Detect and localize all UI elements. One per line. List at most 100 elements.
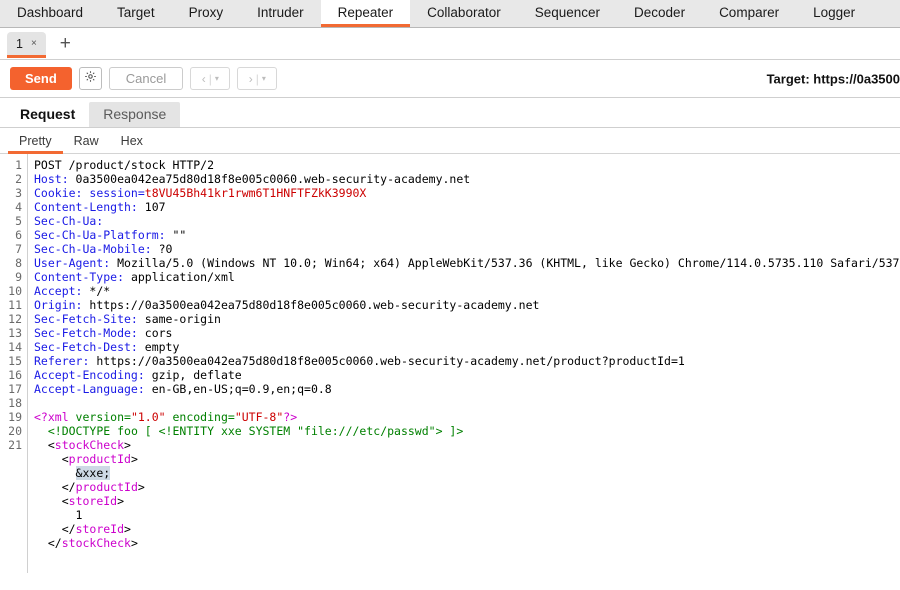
tab-proxy-label: Proxy xyxy=(189,5,224,20)
xml-decl-close: ?> xyxy=(283,410,297,424)
line-number: 20 xyxy=(0,424,22,438)
header-name-sec-ch-ua: Sec-Ch-Ua: xyxy=(34,214,103,228)
header-name-host: Host: xyxy=(34,172,69,186)
xml-decl-version-value: "1.0" xyxy=(131,410,166,424)
line-number: 13 xyxy=(0,326,22,340)
tab-sequencer[interactable]: Sequencer xyxy=(518,0,617,27)
bracket-close-open: </ xyxy=(62,522,76,536)
view-tab-hex[interactable]: Hex xyxy=(110,128,154,154)
line-number-gutter: 1 2 3 4 5 6 7 8 9 10 11 12 13 14 15 16 1… xyxy=(0,154,28,573)
bracket-close: > xyxy=(124,522,131,536)
header-value-content-length: 107 xyxy=(138,200,166,214)
tag-storeid-close: storeId xyxy=(76,522,124,536)
line-number: 6 xyxy=(0,228,22,242)
view-tab-raw[interactable]: Raw xyxy=(63,128,110,154)
bracket-close: > xyxy=(138,480,145,494)
header-name-sec-fetch-dest: Sec-Fetch-Dest: xyxy=(34,340,138,354)
header-value-sec-ch-ua-mobile: ?0 xyxy=(152,242,173,256)
code-line-accept: Accept: */* xyxy=(34,284,900,298)
view-tab-bar: Pretty Raw Hex xyxy=(0,128,900,154)
line-number: 17 xyxy=(0,382,22,396)
bracket-open: < xyxy=(48,438,55,452)
header-value-user-agent: Mozilla/5.0 (Windows NT 10.0; Win64; x64… xyxy=(110,256,899,270)
close-icon[interactable]: × xyxy=(31,39,37,49)
line-number: 11 xyxy=(0,298,22,312)
header-name-accept: Accept: xyxy=(34,284,82,298)
header-name-sec-fetch-mode: Sec-Fetch-Mode: xyxy=(34,326,138,340)
repeater-tab-1[interactable]: 1 × xyxy=(7,32,46,58)
header-value-accept-language: en-GB,en-US;q=0.9,en;q=0.8 xyxy=(145,382,332,396)
tab-decoder[interactable]: Decoder xyxy=(617,0,702,27)
code-line-xml-declaration: <?xml version="1.0" encoding="UTF-8"?> xyxy=(34,410,900,424)
view-tab-pretty-label: Pretty xyxy=(19,134,52,148)
send-button[interactable]: Send xyxy=(10,67,72,90)
tab-collaborator[interactable]: Collaborator xyxy=(410,0,518,27)
header-name-content-length: Content-Length: xyxy=(34,200,138,214)
tag-stockcheck-open: stockCheck xyxy=(55,438,124,452)
code-line-content-length: Content-Length: 107 xyxy=(34,200,900,214)
code-line-blank xyxy=(34,396,900,410)
tab-dashboard[interactable]: Dashboard xyxy=(0,0,100,27)
bracket-open: < xyxy=(62,452,69,466)
back-separator: | xyxy=(209,72,212,86)
header-name-sec-ch-ua-platform: Sec-Ch-Ua-Platform: xyxy=(34,228,166,242)
header-value-accept-encoding: gzip, deflate xyxy=(145,368,242,382)
line-number: 4 xyxy=(0,200,22,214)
header-value-host: 0a3500ea042ea75d80d18f8e005c0060.web-sec… xyxy=(69,172,471,186)
forward-button[interactable]: › | ▾ xyxy=(237,67,277,90)
target-label: Target: https://0a3500 xyxy=(761,71,900,86)
chevron-down-icon[interactable]: ▾ xyxy=(262,74,266,83)
header-value-accept: */* xyxy=(82,284,110,298)
tab-comparer[interactable]: Comparer xyxy=(702,0,796,27)
view-tab-raw-label: Raw xyxy=(74,134,99,148)
tab-request[interactable]: Request xyxy=(6,102,89,127)
header-name-content-type: Content-Type: xyxy=(34,270,124,284)
header-name-user-agent: User-Agent: xyxy=(34,256,110,270)
code-line-entity: &xxe; xyxy=(34,466,900,480)
main-tab-bar: Dashboard Target Proxy Intruder Repeater… xyxy=(0,0,900,28)
back-button[interactable]: ‹ | ▾ xyxy=(190,67,230,90)
tab-response-label: Response xyxy=(103,106,166,122)
tag-storeid-open: storeId xyxy=(69,494,117,508)
view-tab-pretty[interactable]: Pretty xyxy=(8,128,63,154)
xml-decl-encoding-attr: encoding= xyxy=(166,410,235,424)
tab-proxy[interactable]: Proxy xyxy=(172,0,241,27)
tab-target[interactable]: Target xyxy=(100,0,172,27)
tab-intruder[interactable]: Intruder xyxy=(240,0,321,27)
settings-button[interactable] xyxy=(79,67,102,90)
header-name-origin: Origin: xyxy=(34,298,82,312)
forward-separator: | xyxy=(256,72,259,86)
header-value-sec-ch-ua-platform: "" xyxy=(166,228,187,242)
request-code[interactable]: POST /product/stock HTTP/2 Host: 0a3500e… xyxy=(28,154,900,573)
tab-collaborator-label: Collaborator xyxy=(427,5,501,20)
cancel-button[interactable]: Cancel xyxy=(109,67,183,90)
bracket-close: > xyxy=(117,494,124,508)
tab-comparer-label: Comparer xyxy=(719,5,779,20)
tag-productid-close: productId xyxy=(76,480,138,494)
code-line-cookie: Cookie: session=t8VU45Bh41kr1rwm6T1HNFTF… xyxy=(34,186,900,200)
line-number: 9 xyxy=(0,270,22,284)
tab-logger-label: Logger xyxy=(813,5,855,20)
cookie-name: session= xyxy=(82,186,144,200)
code-line-close-storeid: </storeId> xyxy=(34,522,900,536)
code-line-sec-ch-ua-mobile: Sec-Ch-Ua-Mobile: ?0 xyxy=(34,242,900,256)
xml-doctype: <!DOCTYPE foo [ <!ENTITY xxe SYSTEM "fil… xyxy=(48,424,463,438)
code-line-user-agent: User-Agent: Mozilla/5.0 (Windows NT 10.0… xyxy=(34,256,900,270)
tab-repeater[interactable]: Repeater xyxy=(321,0,411,27)
line-number: 2 xyxy=(0,172,22,186)
line-number: 19 xyxy=(0,410,22,424)
request-editor[interactable]: 1 2 3 4 5 6 7 8 9 10 11 12 13 14 15 16 1… xyxy=(0,154,900,573)
message-tab-bar: Request Response xyxy=(0,98,900,128)
tab-logger[interactable]: Logger xyxy=(796,0,872,27)
gear-icon xyxy=(84,70,97,88)
chevron-down-icon[interactable]: ▾ xyxy=(215,74,219,83)
bracket-close-open: </ xyxy=(62,480,76,494)
xxe-entity-reference[interactable]: &xxe; xyxy=(76,466,111,480)
header-value-sec-fetch-mode: cors xyxy=(138,326,173,340)
line-number: 18 xyxy=(0,396,22,410)
code-line-accept-encoding: Accept-Encoding: gzip, deflate xyxy=(34,368,900,382)
line-number: 3 xyxy=(0,186,22,200)
add-tab-icon[interactable]: + xyxy=(60,34,71,53)
code-line-close-productid: </productId> xyxy=(34,480,900,494)
tab-response[interactable]: Response xyxy=(89,102,180,127)
